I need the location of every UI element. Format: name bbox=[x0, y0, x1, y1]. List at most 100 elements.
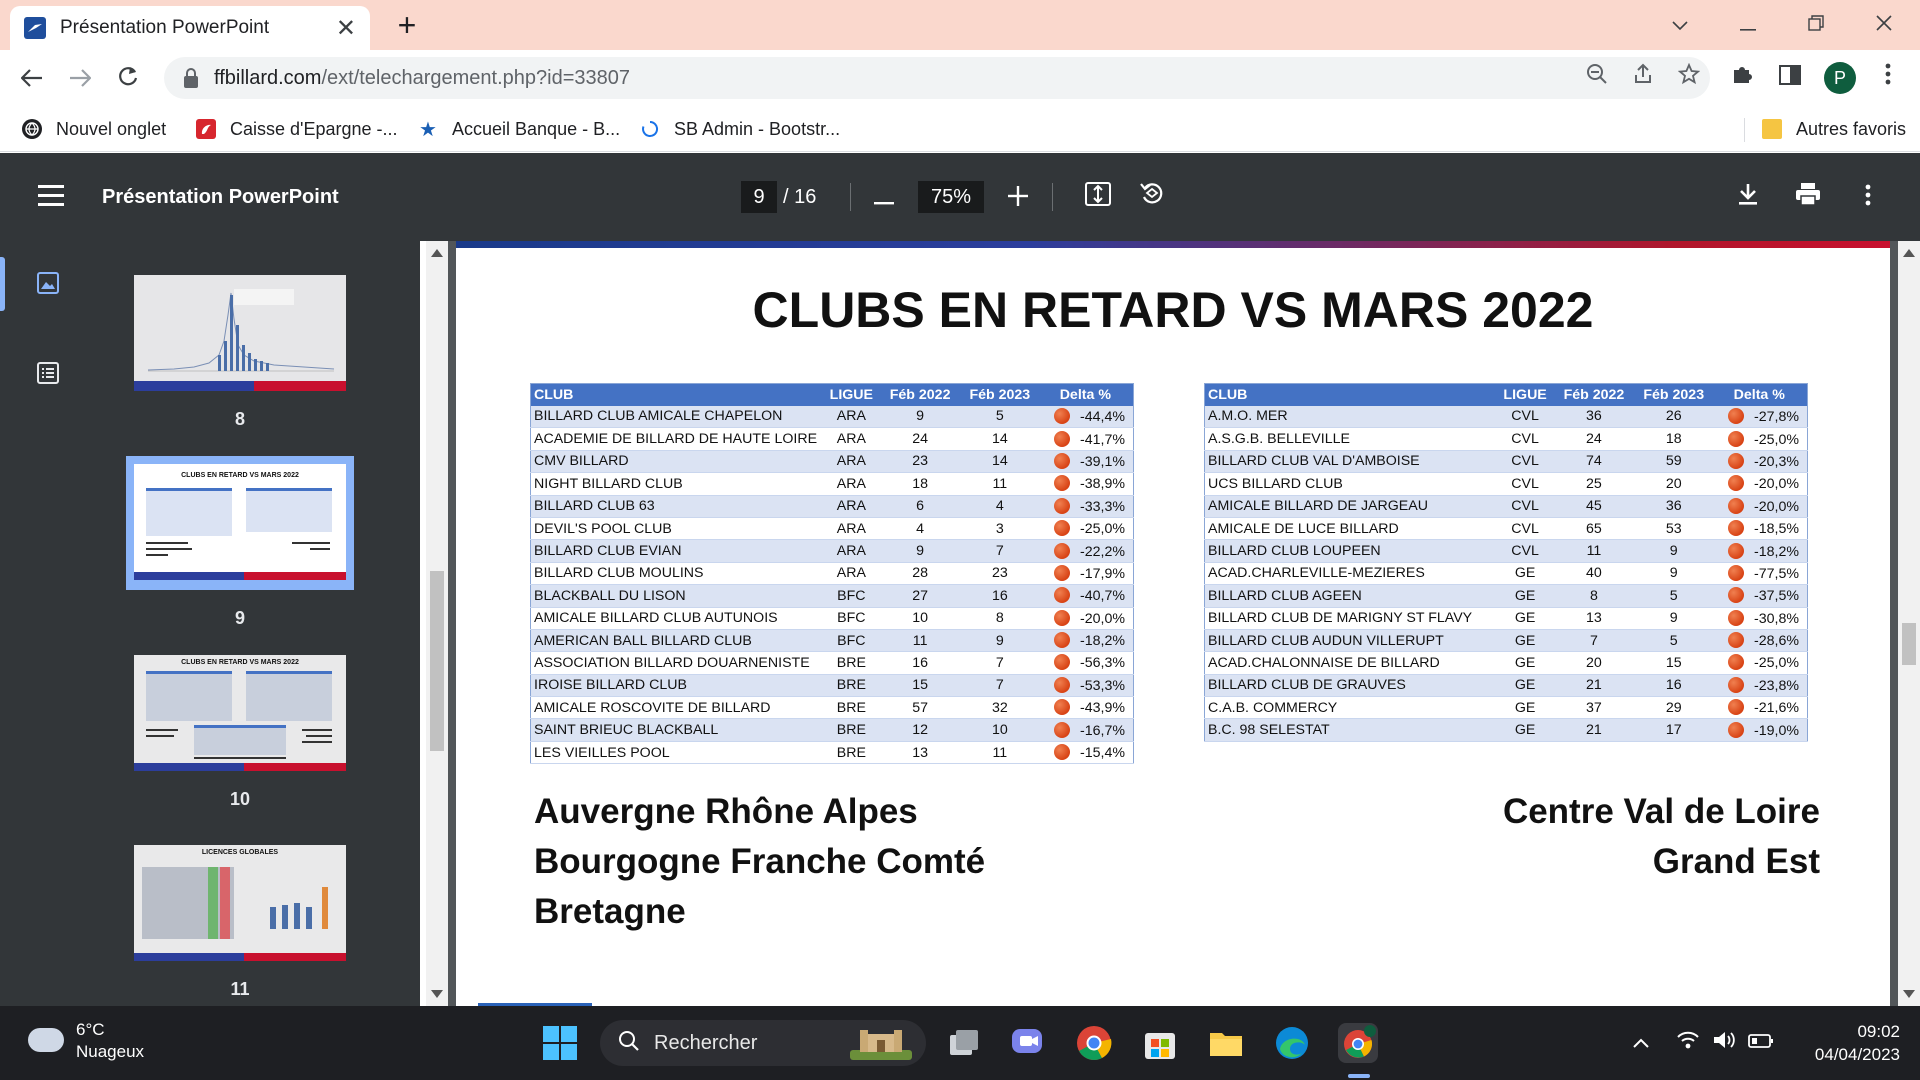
cell-club: AMICALE ROSCOVITE DE BILLARD bbox=[530, 696, 823, 720]
back-button[interactable] bbox=[12, 58, 52, 98]
document-scroll-thumb[interactable] bbox=[1902, 623, 1916, 665]
cell-feb2022: 27 bbox=[880, 584, 960, 608]
weather-widget[interactable]: 6°C Nuageux bbox=[76, 1019, 144, 1063]
rotate-icon[interactable] bbox=[1132, 177, 1172, 217]
sidebar-scrollbar[interactable] bbox=[426, 241, 448, 1006]
cell-feb2022: 15 bbox=[880, 674, 960, 698]
battery-icon[interactable] bbox=[1748, 1032, 1774, 1055]
tab-search-chevron-icon[interactable] bbox=[1652, 6, 1708, 42]
taskbar-clock[interactable]: 09:02 04/04/2023 bbox=[1790, 1020, 1900, 1066]
file-explorer-icon[interactable] bbox=[1206, 1023, 1246, 1063]
scroll-up-arrow-icon[interactable] bbox=[1903, 249, 1915, 257]
cell-feb2023: 5 bbox=[1633, 629, 1714, 653]
profile-avatar[interactable]: P bbox=[1824, 62, 1856, 94]
address-bar[interactable]: ffbillard.com/ext/telechargement.php?id=… bbox=[164, 57, 1710, 99]
tray-overflow-chevron-icon[interactable] bbox=[1632, 1032, 1650, 1055]
more-options-icon[interactable] bbox=[1848, 177, 1888, 217]
thumbnails-view-icon[interactable] bbox=[36, 271, 64, 299]
volume-icon[interactable] bbox=[1712, 1030, 1736, 1056]
cell-ligue: ARA bbox=[822, 539, 881, 563]
side-panel-icon[interactable] bbox=[1774, 62, 1806, 94]
delta-value: -39,1% bbox=[1080, 453, 1125, 470]
close-window-button[interactable] bbox=[1856, 6, 1912, 42]
bookmark-accueil-banque[interactable]: ★ Accueil Banque - B... bbox=[418, 114, 620, 144]
url-text[interactable]: ffbillard.com/ext/telechargement.php?id=… bbox=[214, 57, 630, 99]
chrome-icon[interactable] bbox=[1074, 1023, 1114, 1063]
scroll-down-arrow-icon[interactable] bbox=[431, 990, 443, 998]
share-icon[interactable] bbox=[1628, 63, 1658, 93]
document-scrollbar[interactable] bbox=[1898, 241, 1920, 1006]
cell-feb2023: 9 bbox=[1633, 539, 1714, 563]
thumbnail-page-10[interactable]: CLUBS EN RETARD VS MARS 2022 10 bbox=[134, 655, 346, 809]
cell-club: B.C. 98 SELESTAT bbox=[1204, 718, 1497, 742]
search-icon bbox=[618, 1030, 640, 1058]
delta-value: -25,0% bbox=[1080, 521, 1125, 538]
cell-delta: -15,4% bbox=[1039, 741, 1134, 765]
forward-button[interactable] bbox=[60, 58, 100, 98]
region-label-left: Auvergne Rhône Alpes Bourgogne Franche C… bbox=[534, 787, 985, 937]
cloud-weather-icon[interactable] bbox=[28, 1028, 64, 1052]
table-row: BILLARD CLUB AMICALE CHAPELON ARA 9 5 -44,4% bbox=[530, 405, 1134, 429]
cell-feb2022: 24 bbox=[880, 427, 960, 451]
download-icon[interactable] bbox=[1728, 177, 1768, 217]
wifi-icon[interactable] bbox=[1676, 1030, 1700, 1056]
bookmark-star-icon[interactable] bbox=[1674, 62, 1704, 93]
thumbnail-page-9[interactable]: CLUBS EN RETARD VS MARS 2022 9 bbox=[134, 464, 346, 628]
cell-club: BILLARD CLUB AMICALE CHAPELON bbox=[530, 405, 823, 429]
thumbnail-page-number: 9 bbox=[234, 608, 245, 628]
cell-ligue: CVL bbox=[1496, 405, 1555, 429]
browser-tab[interactable]: Présentation PowerPoint ✕ bbox=[10, 6, 370, 50]
print-icon[interactable] bbox=[1788, 177, 1828, 217]
task-view-icon[interactable] bbox=[944, 1023, 984, 1063]
scroll-up-arrow-icon[interactable] bbox=[431, 249, 443, 257]
zoom-level-input[interactable]: 75% bbox=[918, 181, 984, 213]
bookmark-sb-admin[interactable]: SB Admin - Bootstr... bbox=[640, 114, 840, 144]
column-header-feb2022: Féb 2022 bbox=[880, 383, 960, 406]
cell-club: BILLARD CLUB AUDUN VILLERUPT bbox=[1204, 629, 1497, 653]
cell-feb2022: 36 bbox=[1554, 405, 1634, 429]
delta-value: -20,0% bbox=[1754, 498, 1799, 515]
cell-club: CMV BILLARD bbox=[530, 450, 823, 474]
zoom-in-button[interactable] bbox=[998, 177, 1038, 217]
outline-view-icon[interactable] bbox=[36, 361, 64, 389]
delta-indicator-dot-icon bbox=[1728, 699, 1745, 716]
cell-feb2023: 11 bbox=[959, 741, 1040, 765]
edge-icon[interactable] bbox=[1272, 1023, 1312, 1063]
cell-feb2023: 53 bbox=[1633, 517, 1714, 541]
delta-indicator-dot-icon bbox=[1728, 632, 1745, 649]
microsoft-store-icon[interactable] bbox=[1140, 1023, 1180, 1063]
lock-icon[interactable] bbox=[182, 66, 200, 90]
bookmark-caisse-epargne[interactable]: Caisse d'Epargne -... bbox=[196, 114, 398, 144]
zoom-out-button[interactable] bbox=[864, 177, 904, 217]
fit-page-icon[interactable] bbox=[1078, 177, 1118, 217]
caisse-epargne-squirrel-icon bbox=[196, 119, 216, 139]
menu-hamburger-icon[interactable] bbox=[38, 185, 64, 207]
cell-club: LES VIEILLES POOL bbox=[530, 741, 823, 765]
browser-menu-icon[interactable] bbox=[1872, 62, 1904, 94]
table-row: AMERICAN BALL BILLARD CLUB BFC 11 9 -18,2% bbox=[530, 629, 1134, 653]
bookmark-other-favorites[interactable]: Autres favoris bbox=[1762, 114, 1906, 144]
extensions-puzzle-icon[interactable] bbox=[1726, 62, 1758, 94]
scroll-down-arrow-icon[interactable] bbox=[1903, 990, 1915, 998]
new-tab-button[interactable]: + bbox=[390, 6, 424, 44]
chrome-profile-icon[interactable] bbox=[1338, 1023, 1378, 1063]
minimize-button[interactable] bbox=[1720, 6, 1776, 42]
thumbnail-page-number: 10 bbox=[229, 789, 251, 809]
page-number-input[interactable]: 9 bbox=[741, 181, 777, 213]
bookmark-new-tab[interactable]: Nouvel onglet bbox=[22, 114, 166, 144]
windows-start-icon[interactable] bbox=[540, 1023, 580, 1063]
taskbar-search[interactable]: Rechercher bbox=[600, 1020, 926, 1066]
cell-feb2023: 16 bbox=[1633, 674, 1714, 698]
sidebar-scroll-thumb[interactable] bbox=[430, 571, 444, 751]
thumbnail-page-8[interactable]: 8 bbox=[134, 275, 346, 429]
thumbnail-page-11[interactable]: LICENCES GLOBALES 11 bbox=[134, 845, 346, 999]
teams-chat-icon[interactable] bbox=[1008, 1023, 1048, 1063]
table-row: SAINT BRIEUC BLACKBALL BRE 12 10 -16,7% bbox=[530, 718, 1134, 742]
cell-feb2023: 17 bbox=[1633, 718, 1714, 742]
restore-button[interactable] bbox=[1788, 6, 1844, 42]
zoom-icon[interactable] bbox=[1582, 63, 1612, 93]
cell-feb2023: 4 bbox=[959, 495, 1040, 518]
region-bfc: Bourgogne Franche Comté bbox=[534, 842, 986, 881]
reload-button[interactable] bbox=[108, 58, 148, 98]
tab-close-icon[interactable]: ✕ bbox=[336, 14, 356, 43]
